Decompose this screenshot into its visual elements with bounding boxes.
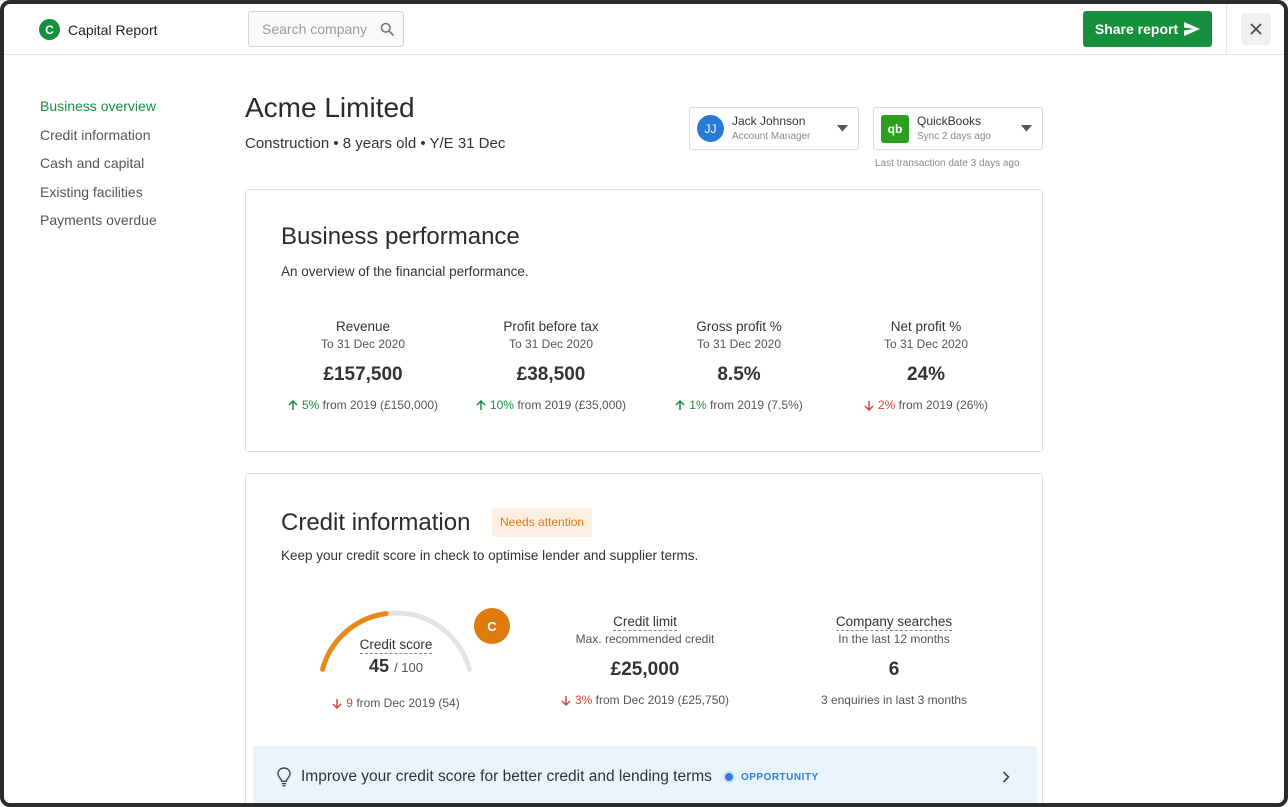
- banner-text: Improve your credit score for better cre…: [301, 768, 712, 785]
- account-manager-role: Account Manager: [732, 130, 811, 142]
- integration-dropdown[interactable]: qb QuickBooks Sync 2 days ago: [873, 107, 1043, 150]
- metric-revenue: Revenue To 31 Dec 2020 £157,500 5% from …: [268, 318, 458, 412]
- business-performance-card: Business performance An overview of the …: [245, 189, 1043, 452]
- arrow-down-icon: [864, 400, 874, 411]
- caret-down-icon: [837, 125, 848, 132]
- arrow-down-icon: [332, 698, 342, 709]
- metric-period: To 31 Dec 2020: [508, 337, 594, 351]
- opportunity-tag: OPPORTUNITY: [740, 771, 819, 783]
- credit-score-change-from: from Dec 2019 (54): [356, 696, 460, 710]
- metric-change-from: from 2019 (26%): [898, 398, 989, 412]
- credit-score-change: 9 from Dec 2019 (54): [296, 696, 496, 710]
- company-searches-label: Company searches: [835, 614, 953, 631]
- credit-score-label: Credit score: [359, 637, 433, 654]
- metric-period: To 31 Dec 2020: [883, 337, 969, 351]
- page-title: Acme Limited: [245, 92, 415, 123]
- metric-change: 5% from 2019 (£150,000): [268, 398, 458, 412]
- credit-limit-label: Credit limit: [613, 614, 677, 631]
- integration-sync-status: Sync 2 days ago: [917, 130, 991, 142]
- credit-score-value: 45 / 100: [369, 656, 423, 676]
- status-badge: Needs attention: [492, 508, 593, 537]
- business-performance-description: An overview of the financial performance…: [281, 264, 529, 279]
- metric-change-value: 2%: [877, 398, 896, 412]
- metric-change: 1% from 2019 (7.5%): [644, 398, 834, 412]
- account-manager-dropdown[interactable]: JJ Jack Johnson Account Manager: [689, 107, 859, 150]
- metric-label: Net profit %: [890, 319, 962, 334]
- account-manager-name: Jack Johnson: [732, 113, 806, 128]
- sidebar-item-existing-facilities[interactable]: Existing facilities: [40, 178, 157, 207]
- credit-limit-value: £25,000: [610, 659, 680, 680]
- credit-information-description: Keep your credit score in check to optim…: [281, 548, 699, 563]
- lightbulb-icon: [277, 767, 291, 787]
- metric-label: Profit before tax: [503, 319, 599, 334]
- credit-score-change-value: 9: [346, 696, 353, 710]
- close-icon: [1250, 23, 1262, 35]
- credit-information-title: Credit information: [281, 509, 471, 536]
- credit-limit-change: 3% from Dec 2019 (£25,750): [550, 693, 740, 707]
- metric-value: 8.5%: [717, 364, 761, 385]
- metric-value: £38,500: [516, 364, 586, 385]
- sidebar-nav: Business overview Credit information Cas…: [40, 92, 157, 235]
- search-box[interactable]: [248, 11, 404, 47]
- brand-logo-icon: C: [39, 19, 60, 40]
- company-subtitle: Construction • 8 years old • Y/E 31 Dec: [245, 135, 506, 152]
- metric-label: Revenue: [335, 319, 391, 334]
- company-searches: Company searches In the last 12 months 6…: [799, 613, 989, 707]
- send-icon: [1184, 22, 1201, 36]
- credit-opportunity-banner[interactable]: Improve your credit score for better cre…: [253, 746, 1037, 803]
- metric-change-value: 5%: [301, 398, 320, 412]
- app-window: C Capital Report Share report Business o…: [0, 0, 1288, 807]
- share-report-button[interactable]: Share report: [1083, 11, 1212, 47]
- app-title: Capital Report: [68, 21, 158, 38]
- metric-value: £157,500: [323, 364, 403, 385]
- credit-limit-change-value: 3%: [574, 693, 593, 707]
- metric-change-from: from 2019 (£35,000): [517, 398, 627, 412]
- metric-change-from: from 2019 (£150,000): [322, 398, 439, 412]
- search-input[interactable]: [262, 21, 374, 37]
- company-searches-sub: In the last 12 months: [838, 632, 950, 646]
- credit-limit-sub: Max. recommended credit: [575, 632, 715, 646]
- brand[interactable]: C Capital Report: [39, 19, 158, 40]
- metric-change-value: 10%: [489, 398, 514, 412]
- arrow-up-icon: [288, 399, 298, 410]
- arrow-down-icon: [561, 695, 571, 706]
- metric-period: To 31 Dec 2020: [696, 337, 782, 351]
- metric-period: To 31 Dec 2020: [320, 337, 406, 351]
- metric-change: 10% from 2019 (£35,000): [456, 398, 646, 412]
- last-transaction-date: Last transaction date 3 days ago: [875, 158, 1020, 169]
- business-performance-title: Business performance: [281, 223, 520, 250]
- metric-gross-profit: Gross profit % To 31 Dec 2020 8.5% 1% fr…: [644, 318, 834, 412]
- metric-value: 24%: [906, 364, 946, 385]
- sidebar-item-business-overview[interactable]: Business overview: [40, 92, 157, 121]
- avatar: JJ: [697, 115, 724, 142]
- metric-change: 2% from 2019 (26%): [831, 398, 1021, 412]
- metric-label: Gross profit %: [696, 319, 782, 334]
- sidebar-item-cash-and-capital[interactable]: Cash and capital: [40, 149, 157, 178]
- caret-down-icon: [1021, 125, 1032, 132]
- quickbooks-logo-icon: qb: [881, 114, 909, 143]
- opportunity-dot-icon: [722, 771, 735, 783]
- close-button[interactable]: [1241, 13, 1271, 45]
- metric-net-profit: Net profit % To 31 Dec 2020 24% 2% from …: [831, 318, 1021, 412]
- metric-profit-before-tax: Profit before tax To 31 Dec 2020 £38,500…: [456, 318, 646, 412]
- company-searches-note: 3 enquiries in last 3 months: [820, 693, 968, 707]
- header-divider: [1226, 4, 1227, 55]
- company-searches-value: 6: [888, 659, 900, 680]
- metric-change-value: 1%: [689, 398, 707, 412]
- arrow-up-icon: [675, 399, 685, 410]
- arrow-up-icon: [476, 399, 486, 410]
- metric-change-from: from 2019 (7.5%): [709, 398, 803, 412]
- search-icon[interactable]: [380, 22, 394, 41]
- integration-name: QuickBooks: [917, 113, 982, 128]
- credit-limit: Credit limit Max. recommended credit £25…: [550, 613, 740, 707]
- share-report-label: Share report: [1094, 21, 1179, 37]
- credit-limit-change-from: from Dec 2019 (£25,750): [595, 693, 730, 707]
- sidebar-item-credit-information[interactable]: Credit information: [40, 121, 157, 150]
- credit-information-card: Credit information Needs attention Keep …: [245, 473, 1043, 803]
- top-bar: C Capital Report Share report: [4, 4, 1284, 55]
- sidebar-item-payments-overdue[interactable]: Payments overdue: [40, 206, 157, 235]
- credit-grade-badge: C: [474, 608, 510, 644]
- chevron-right-icon[interactable]: [1002, 771, 1010, 783]
